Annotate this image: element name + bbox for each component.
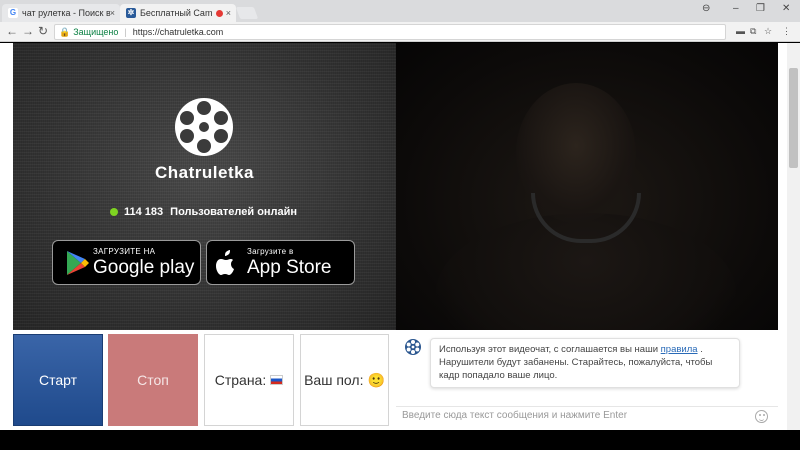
online-dot-icon (110, 208, 118, 216)
bookmark-star-icon[interactable]: ☆ (764, 26, 772, 37)
country-selector[interactable]: Страна: (204, 334, 294, 426)
gender-selector[interactable]: Ваш пол: 🙂 (300, 334, 389, 426)
tab-google-search[interactable]: G чат рулетка - Поиск в Go × (2, 4, 120, 22)
back-button[interactable]: ← (6, 24, 18, 38)
rules-link[interactable]: правила (661, 344, 698, 355)
close-window-button[interactable]: ✕ (782, 3, 790, 14)
chat-logo-icon (405, 339, 421, 355)
reload-button[interactable]: ↻ (38, 24, 48, 38)
new-tab-button[interactable] (235, 7, 259, 19)
online-users: 114 183 Пользователей онлайн (110, 206, 297, 218)
tab-title: чат рулетка - Поиск в Go (22, 8, 110, 18)
close-tab-icon[interactable]: × (110, 8, 115, 18)
forward-button[interactable]: → (22, 24, 34, 38)
online-label: Пользователей онлайн (170, 206, 298, 218)
recording-indicator-icon (215, 9, 223, 17)
secure-label: Защищено (73, 27, 119, 37)
chat-panel: Используя этот видеочат, с соглашается в… (396, 330, 778, 430)
google-play-big: Google play (93, 257, 195, 278)
address-bar: ← → ↻ 🔒 Защищено | https://chatruletka.c… (0, 22, 800, 42)
camera-icon[interactable]: ▬ (736, 26, 745, 36)
tab-bar: G чат рулетка - Поиск в Go × ✲ Бесплатны… (0, 0, 800, 22)
google-play-icon (67, 250, 89, 275)
google-play-button[interactable]: ЗАГРУЗИТЕ НА Google play (52, 240, 201, 285)
google-play-small: ЗАГРУЗИТЕ НА (93, 247, 156, 256)
url-text[interactable]: https://chatruletka.com (133, 27, 224, 37)
country-label: Страна: (214, 372, 267, 388)
start-button[interactable]: Старт (13, 334, 103, 426)
message-input[interactable]: Введите сюда текст сообщения и нажмите E… (396, 406, 778, 426)
self-video-panel (396, 43, 778, 330)
menu-icon[interactable]: ⋮ (782, 26, 791, 37)
message-placeholder: Введите сюда текст сообщения и нажмите E… (402, 410, 628, 421)
close-tab-icon[interactable]: × (226, 8, 231, 18)
notice-text-1: Используя этот видеочат, с соглашается в… (439, 344, 661, 355)
profile-icon[interactable]: ⊖ (702, 3, 710, 14)
divider: | (124, 27, 127, 37)
taskbar-area (0, 430, 800, 450)
stop-button[interactable]: Стоп (108, 334, 198, 426)
apple-icon (216, 249, 234, 275)
app-store-big: App Store (247, 257, 332, 278)
russia-flag-icon (270, 375, 284, 385)
app-store-small: Загрузите в (247, 247, 294, 256)
google-favicon-icon: G (8, 8, 18, 18)
brand-name: Chatruletka (154, 163, 255, 182)
partner-video-panel (13, 43, 396, 330)
app-store-button[interactable]: Загрузите в App Store (206, 240, 355, 285)
gender-label: Ваш пол: (304, 372, 364, 388)
lock-icon: 🔒 (59, 26, 71, 37)
system-message: Используя этот видеочат, с соглашается в… (430, 338, 740, 388)
gender-face-icon: 🙂 (367, 371, 385, 388)
minimize-button[interactable]: – (733, 3, 739, 14)
chatruletka-favicon-icon: ✲ (126, 8, 136, 18)
translate-icon[interactable]: ⧉ (750, 26, 756, 37)
omnibox[interactable]: 🔒 Защищено | https://chatruletka.com (54, 24, 726, 40)
chatruletka-logo-icon (175, 98, 233, 156)
scrollbar-thumb[interactable] (789, 68, 798, 168)
maximize-button[interactable]: ❐ (756, 3, 765, 14)
tab-title: Бесплатный Cam Chat (140, 8, 213, 18)
online-count: 114 183 (124, 206, 164, 218)
tab-chatruletka[interactable]: ✲ Бесплатный Cam Chat × (120, 4, 236, 22)
emoji-smile-icon[interactable] (755, 410, 768, 423)
scrollbar[interactable] (787, 43, 800, 430)
